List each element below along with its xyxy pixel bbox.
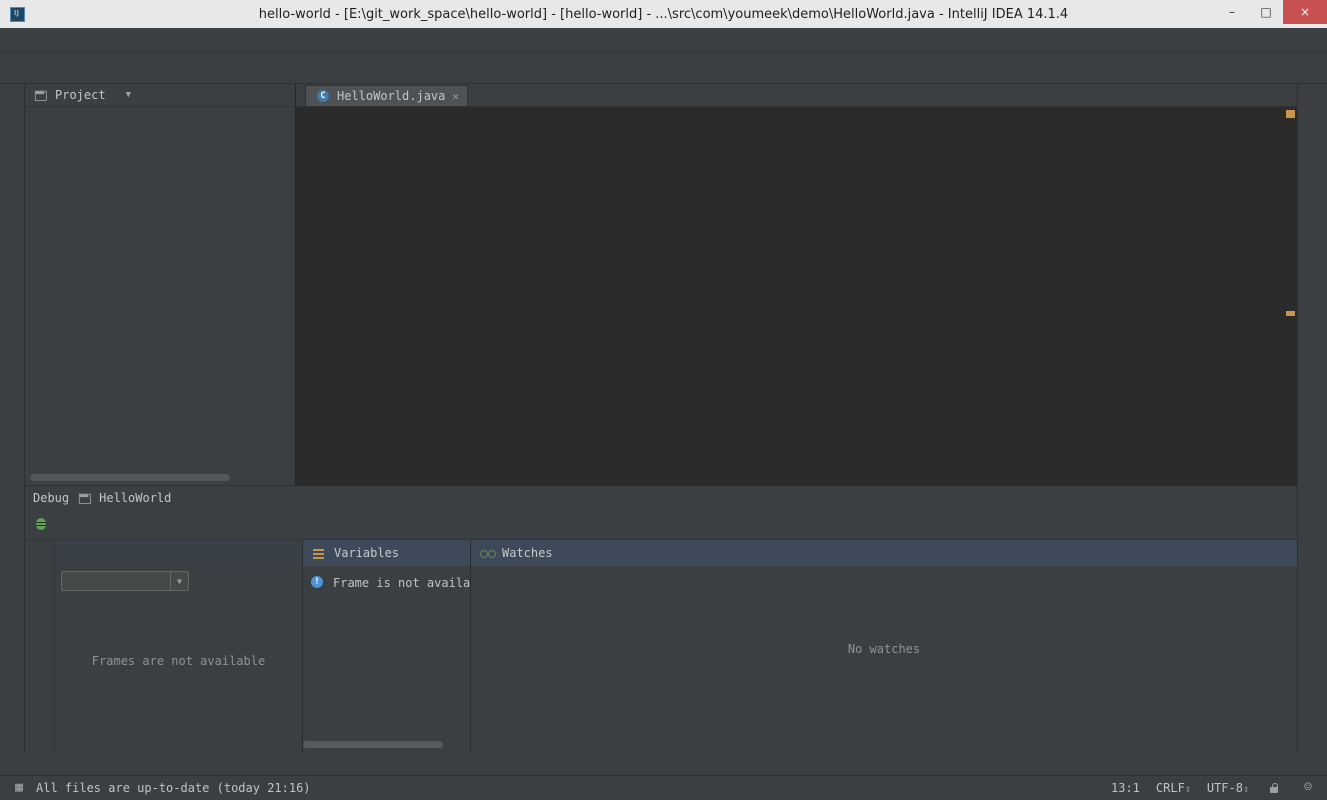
caret-position[interactable]: 13:1 (1111, 781, 1140, 795)
status-message: All files are up-to-date (today 21:16) (36, 781, 311, 795)
window-title: hello-world - [E:\git_work_space\hello-w… (0, 7, 1327, 22)
close-tab-icon[interactable]: × (452, 90, 459, 103)
watches-toolbar (471, 566, 1297, 594)
editor-area: HelloWorld.java × (296, 84, 1297, 485)
encoding-widget[interactable]: UTF-8↕ (1207, 781, 1249, 795)
error-stripe-mark[interactable] (1286, 110, 1295, 118)
window-controls: –□× (1215, 0, 1327, 24)
project-tree (25, 107, 295, 473)
watches-icon (478, 544, 496, 562)
project-panel-title: Project (55, 88, 106, 102)
thread-selector[interactable]: ▼ (61, 571, 189, 591)
updown-icon: ↕ (1185, 784, 1191, 795)
debug-body: ▼ Frames are not available Variables Fra… (25, 539, 1297, 753)
code-editor[interactable] (296, 107, 1297, 485)
readonly-lock-icon[interactable] (1265, 779, 1283, 797)
line-separator-widget[interactable]: CRLF↕ (1156, 781, 1191, 795)
variables-message-row: Frame is not available (303, 566, 470, 592)
maximize-button[interactable]: □ (1249, 0, 1283, 24)
debug-horizontal-scrollbar[interactable] (303, 741, 443, 748)
info-icon (309, 574, 327, 592)
debug-title: Debug (33, 491, 69, 505)
editor-tab-title: HelloWorld.java (337, 89, 445, 103)
variables-panel: Variables Frame is not available (303, 540, 471, 753)
java-class-icon (314, 87, 332, 105)
status-bar: ▦ All files are up-to-date (today 21:16)… (0, 775, 1327, 800)
hector-inspector-icon[interactable]: ☺ (1299, 779, 1317, 797)
debug-side-toolbar (25, 540, 55, 753)
project-view-icon (32, 87, 47, 102)
project-view-dropdown[interactable]: ▼ (126, 90, 131, 100)
toolwindow-toggle-icon[interactable]: ▦ (10, 779, 28, 797)
updown-icon: ↕ (1243, 784, 1249, 795)
editor-tab-helloworld[interactable]: HelloWorld.java × (305, 85, 468, 106)
frames-toolbar: ▼ (55, 566, 302, 596)
frames-tab-bar (55, 540, 302, 566)
intellij-idea-window: hello-world - [E:\git_work_space\hello-w… (0, 0, 1327, 800)
close-button[interactable]: × (1283, 0, 1327, 24)
frames-panel: ▼ Frames are not available (55, 540, 303, 753)
variables-icon (310, 544, 328, 562)
watches-header: Watches (471, 540, 1297, 566)
right-tool-stripe (1297, 84, 1327, 753)
debug-header: Debug HelloWorld (25, 486, 1297, 509)
watches-empty-message: No watches (471, 642, 1297, 656)
title-bar: hello-world - [E:\git_work_space\hello-w… (0, 0, 1327, 28)
main-toolbar (0, 52, 1327, 84)
error-stripe-mark[interactable] (1286, 311, 1295, 316)
session-icon (76, 490, 91, 505)
debug-tool-window: Debug HelloWorld ▼ Frames are not availa… (25, 485, 1297, 753)
project-panel: Project ▼ (25, 84, 296, 485)
project-panel-header: Project ▼ (25, 84, 295, 107)
menu-bar (0, 28, 1327, 52)
left-tool-stripe (0, 84, 25, 753)
tool-window-bar (0, 753, 1327, 775)
thread-selector-dropdown-icon[interactable]: ▼ (170, 572, 188, 590)
project-horizontal-scrollbar[interactable] (30, 474, 230, 481)
watches-panel: Watches No watches (471, 540, 1297, 753)
frames-empty-message: Frames are not available (55, 654, 302, 668)
debug-tab-bar (25, 509, 1297, 539)
minimize-button[interactable]: – (1215, 0, 1249, 24)
watches-title: Watches (502, 546, 553, 560)
variables-title: Variables (334, 546, 399, 560)
debug-session-bug-icon (32, 515, 50, 533)
debug-session-name: HelloWorld (99, 491, 171, 505)
variables-message: Frame is not available (333, 576, 470, 590)
editor-tab-bar: HelloWorld.java × (296, 84, 1297, 107)
variables-header: Variables (303, 540, 470, 566)
